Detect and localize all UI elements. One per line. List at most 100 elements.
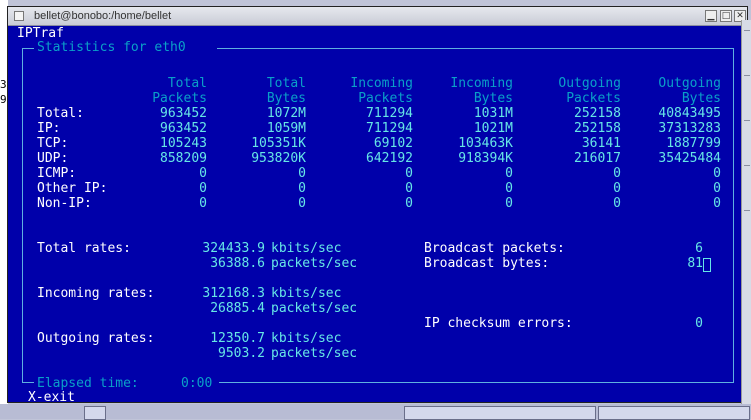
table-cell: 0 — [505, 181, 513, 196]
total-packets-value: 36388.6 — [210, 256, 265, 271]
table-cell: 37313283 — [658, 121, 721, 136]
table-cell: 216017 — [574, 151, 621, 166]
table-cell: 711294 — [366, 106, 413, 121]
table-cell: 858209 — [160, 151, 207, 166]
frame-bottom-right — [219, 382, 734, 383]
table-cell: 0 — [505, 196, 513, 211]
frame-bottom-left — [22, 382, 34, 383]
table-cell: 36141 — [581, 136, 621, 151]
terminal-screen[interactable]: IPTraf Statistics for eth0 Total Packets T… — [8, 26, 747, 405]
outgoing-rates-label: Outgoing rates: — [37, 331, 155, 346]
exit-hint[interactable]: X-exit — [28, 390, 75, 405]
elapsed-time-value: 0:00 — [181, 376, 213, 391]
broadcast-packets-label: Broadcast packets: — [424, 241, 565, 256]
column-header-2-line1: Total — [266, 76, 306, 91]
maximize-icon[interactable]: □ — [720, 10, 732, 22]
table-cell: 0 — [713, 181, 721, 196]
column-header-1-line2: Packets — [152, 91, 207, 106]
title-bar[interactable]: bellet@bonobo:/home/bellet ▁ □ ✕ — [8, 7, 747, 26]
table-cell: 0 — [298, 166, 306, 181]
scrollbar[interactable] — [741, 20, 751, 404]
table-cell: 0 — [298, 196, 306, 211]
column-header-3-line1: Incoming — [350, 76, 413, 91]
row-label: TCP: — [37, 136, 69, 151]
scrollbar-mark — [744, 75, 750, 76]
frame-right — [733, 48, 734, 383]
kbits-unit: kbits/sec — [271, 286, 342, 301]
column-header-3-line2: Packets — [358, 91, 413, 106]
outgoing-kbits-value: 12350.7 — [210, 331, 265, 346]
row-label: Non-IP: — [37, 196, 92, 211]
scrollbar-mark — [744, 165, 750, 166]
broadcast-bytes-value: 81 — [687, 256, 703, 271]
column-header-6-line1: Outgoing — [658, 76, 721, 91]
packets-unit: packets/sec — [271, 301, 358, 316]
table-cell: 0 — [713, 166, 721, 181]
table-cell: 1031M — [473, 106, 513, 121]
table-cell: 1072M — [266, 106, 306, 121]
table-cell: 40843495 — [658, 106, 721, 121]
column-header-2-line2: Bytes — [266, 91, 306, 106]
incoming-packets-value: 26885.4 — [210, 301, 265, 316]
table-cell: 0 — [405, 181, 413, 196]
frame-top-right — [217, 48, 734, 49]
scrollbar-mark — [744, 210, 750, 211]
panel-title: Statistics for eth0 — [37, 40, 186, 55]
window-title: bellet@bonobo:/home/bellet — [34, 10, 172, 22]
kbits-unit: kbits/sec — [271, 241, 342, 256]
taskbar-button[interactable] — [84, 406, 106, 420]
table-cell: 918394K — [458, 151, 513, 166]
column-header-5-line2: Packets — [566, 91, 621, 106]
column-header-4-line2: Bytes — [473, 91, 513, 106]
table-cell: 69102 — [373, 136, 413, 151]
row-label: IP: — [37, 121, 61, 136]
scrollbar-mark — [744, 30, 750, 31]
row-label: UDP: — [37, 151, 69, 166]
taskbar-button[interactable] — [404, 406, 596, 420]
row-label: Other IP: — [37, 181, 108, 196]
packets-unit: packets/sec — [271, 256, 358, 271]
column-header-1-line1: Total — [167, 76, 207, 91]
broadcast-bytes-label: Broadcast bytes: — [424, 256, 550, 271]
app-name: IPTraf — [17, 26, 64, 41]
table-cell: 0 — [405, 166, 413, 181]
table-cell: 963452 — [160, 106, 207, 121]
total-rates-label: Total rates: — [37, 241, 131, 256]
table-cell: 0 — [405, 196, 413, 211]
column-header-4-line1: Incoming — [450, 76, 513, 91]
text-cursor — [703, 258, 711, 272]
incoming-kbits-value: 312168.3 — [202, 286, 265, 301]
row-label: Total: — [37, 106, 84, 121]
table-cell: 103463K — [458, 136, 513, 151]
table-cell: 1059M — [266, 121, 306, 136]
checksum-errors-label: IP checksum errors: — [424, 316, 573, 331]
column-header-5-line1: Outgoing — [558, 76, 621, 91]
incoming-rates-label: Incoming rates: — [37, 286, 155, 301]
table-cell: 0 — [199, 196, 207, 211]
table-cell: 0 — [613, 181, 621, 196]
taskbar-button[interactable] — [598, 406, 750, 420]
table-cell: 0 — [199, 181, 207, 196]
row-label: ICMP: — [37, 166, 77, 181]
table-cell: 0 — [613, 196, 621, 211]
table-cell: 35425484 — [658, 151, 721, 166]
taskbar — [0, 404, 751, 420]
table-cell: 642192 — [366, 151, 413, 166]
window-menu-icon[interactable] — [14, 11, 24, 21]
broadcast-packets-value: 6 — [695, 241, 703, 256]
outgoing-packets-value: 9503.2 — [218, 346, 265, 361]
elapsed-time-label: Elapsed time: — [37, 376, 139, 391]
table-cell: 252158 — [574, 121, 621, 136]
table-cell: 0 — [199, 166, 207, 181]
table-cell: 953820K — [251, 151, 306, 166]
table-cell: 963452 — [160, 121, 207, 136]
table-cell: 252158 — [574, 106, 621, 121]
table-cell: 105351K — [251, 136, 306, 151]
table-cell: 0 — [713, 196, 721, 211]
table-cell: 0 — [613, 166, 621, 181]
table-cell: 1021M — [473, 121, 513, 136]
total-kbits-value: 324433.9 — [202, 241, 265, 256]
minimize-icon[interactable]: ▁ — [705, 10, 717, 22]
scrollbar-mark — [744, 120, 750, 121]
table-cell: 0 — [505, 166, 513, 181]
